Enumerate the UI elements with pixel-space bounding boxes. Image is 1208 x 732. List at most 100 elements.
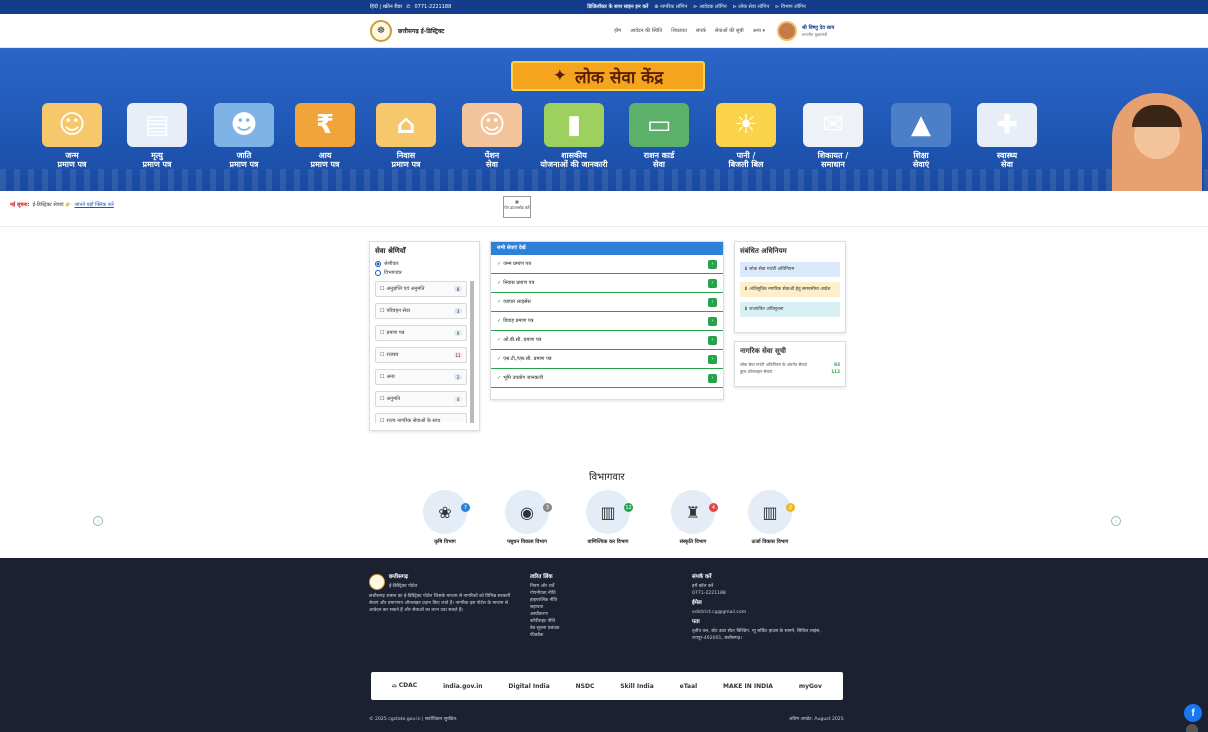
service-tile[interactable]: ₹ आय प्रमाण पत्र xyxy=(286,103,364,169)
apply-arrow-icon[interactable]: › xyxy=(708,354,717,364)
nav-home[interactable]: होम xyxy=(614,28,621,34)
footer-link[interactable]: नियम और शर्तें xyxy=(530,583,650,590)
partner-logo[interactable]: eTaal xyxy=(680,683,698,690)
department-card[interactable]: ❀ 7 कृषि विभाग xyxy=(405,490,485,545)
chat-widget-icon[interactable] xyxy=(1186,724,1198,732)
citizen-login-link[interactable]: ⊕ नागरिक लॉगिन xyxy=(654,4,687,10)
growth-icon: ▮ xyxy=(544,103,604,147)
service-label-line1: जाति xyxy=(236,151,252,160)
checkbox-icon: ☐ xyxy=(380,352,385,358)
cg-emblem-logo[interactable]: ☸ xyxy=(370,19,392,42)
category-item[interactable]: ☐ प्रमाण पत्र 9 xyxy=(375,325,467,341)
main-nav: होम आवेदन की स्थिति शिकायत संपर्क सेवाओं… xyxy=(614,28,765,34)
footer-link[interactable]: गोपनीयता नीति xyxy=(530,590,650,597)
contact-email[interactable]: edistrict.cg@gmail.com xyxy=(692,609,847,616)
category-item[interactable]: ☐ अनुज्ञप्ति एवं अनुमति 8 xyxy=(375,281,467,297)
applicant-login-link[interactable]: ⊳ आवेदक लॉगिन xyxy=(693,4,726,10)
category-label: राज्य नागरिक सेवाओं के साथ xyxy=(386,418,441,423)
act-download-link[interactable]: ⬇ राजपत्रित अधिसूचना xyxy=(740,302,840,317)
act-download-link[interactable]: ⬇ लोक सेवा गारंटी अधिनियम xyxy=(740,262,840,277)
check-icon: ✓ xyxy=(497,356,502,362)
mail-check-icon: ✉ xyxy=(803,103,863,147)
apply-arrow-icon[interactable]: › xyxy=(708,297,717,307)
department-card[interactable]: ◉ 3 पशुधन विकास विभाग xyxy=(487,490,567,545)
nav-more[interactable]: अन्य ▾ xyxy=(753,28,765,34)
nav-complaint[interactable]: शिकायत xyxy=(671,28,687,34)
apply-arrow-icon[interactable]: › xyxy=(708,278,717,288)
nav-service-list[interactable]: सेवाओं की सूची xyxy=(715,28,744,34)
category-list[interactable]: ☐ अनुज्ञप्ति एवं अनुमति 8 ☐ परिवहन सेवा 3 ☐ … xyxy=(375,281,474,423)
nav-contact[interactable]: संपर्क xyxy=(696,28,706,34)
site-title[interactable]: छत्तीसगढ़ ई-डिस्ट्रिक्ट xyxy=(398,27,444,35)
service-label-line1: शासकीय xyxy=(561,151,587,160)
service-tile[interactable]: ☺ जन्म प्रमाण पत्र xyxy=(33,103,111,169)
partner-logo[interactable]: myGov xyxy=(799,683,822,690)
facebook-icon[interactable]: f xyxy=(1184,704,1202,722)
contact-phone[interactable]: 0771-2221188 xyxy=(692,590,847,597)
digilocker-link[interactable]: डिजिलॉकर के साथ साइन इन करें xyxy=(587,4,648,10)
apply-arrow-icon[interactable]: › xyxy=(708,373,717,383)
checkbox-icon: ☐ xyxy=(380,286,385,292)
check-icon: ✓ xyxy=(497,318,502,324)
notice-link[interactable]: जानने यहाँ क्लिक करें xyxy=(74,202,113,208)
apply-arrow-icon[interactable]: › xyxy=(708,259,717,269)
department-card[interactable]: ♜ 4 संस्कृति विभाग xyxy=(653,490,733,545)
lok-seva-login-link[interactable]: ⊳ लोक सेवा लॉगिन xyxy=(733,4,770,10)
footer-link[interactable]: सहायता xyxy=(530,604,650,611)
partner-logo[interactable]: Skill India xyxy=(620,683,653,690)
all-services-header[interactable]: सभी सेवाएं देखें xyxy=(491,242,723,255)
nav-application-status[interactable]: आवेदन की स्थिति xyxy=(630,28,662,34)
partner-logo[interactable]: india.gov.in xyxy=(443,683,482,690)
footer-link[interactable]: कॉपीराइट नीति xyxy=(530,618,650,625)
footer-link[interactable]: वेब सूचना प्रबंधक xyxy=(530,625,650,632)
service-tile[interactable]: ▮ शासकीय योजनाओं की जानकारी xyxy=(535,103,613,169)
service-tile[interactable]: ⌂ निवास प्रमाण पत्र xyxy=(367,103,445,169)
service-tile[interactable]: ✚ स्वास्थ्य सेवा xyxy=(968,103,1046,169)
service-tile[interactable]: ▭ राशन कार्ड सेवा xyxy=(620,103,698,169)
service-tile[interactable]: ✉ शिकायत / समाधान xyxy=(794,103,872,169)
email-label: ईमेल xyxy=(692,600,702,606)
check-icon: ✓ xyxy=(497,280,502,286)
footer-link[interactable]: हाइपरलिंक नीति xyxy=(530,597,650,604)
service-tile[interactable]: ▤ मृत्यु प्रमाण पत्र xyxy=(118,103,196,169)
qr-label: ऐप डाउनलोड करें xyxy=(504,205,530,210)
radio-category-wise[interactable]: श्रेणीवार xyxy=(375,261,474,267)
category-item[interactable]: ☐ अनुमति 4 xyxy=(375,391,467,407)
department-card[interactable]: ▥ 12 वाणिज्यिक कर विभाग xyxy=(568,490,648,545)
carousel-prev-button[interactable]: ‹ xyxy=(93,516,103,526)
contact-call-label: हमें कॉल करें xyxy=(692,584,714,589)
category-item[interactable]: ☐ परिवहन सेवा 3 xyxy=(375,303,467,319)
carousel-next-button[interactable]: › xyxy=(1111,516,1121,526)
service-row[interactable]: ✓ निवास प्रमाण पत्र › xyxy=(491,274,723,293)
footer-link[interactable]: अस्वीकरण xyxy=(530,611,650,618)
category-item[interactable]: ☐ राजस्व 11 xyxy=(375,347,467,363)
app-qr-code[interactable]: ▦ ऐप डाउनलोड करें xyxy=(503,196,531,218)
partner-logo[interactable]: Digital India xyxy=(508,683,549,690)
service-row[interactable]: ✓ जन्म प्रमाण पत्र › xyxy=(491,255,723,274)
radio-department-wise[interactable]: विभागवार xyxy=(375,270,474,276)
partner-logo[interactable]: ⌓ CDAC xyxy=(392,682,417,690)
apply-arrow-icon[interactable]: › xyxy=(708,316,717,326)
apply-arrow-icon[interactable]: › xyxy=(708,335,717,345)
act-download-link[interactable]: ⬇ अधिसूचित नागरिक सेवाओं हेतु समयसीमा आद… xyxy=(740,282,840,297)
service-tile[interactable]: ▲ शिक्षा सेवाएं xyxy=(882,103,960,169)
footer-link[interactable]: फीडबैक xyxy=(530,632,650,639)
service-row[interactable]: ✓ व्यापार लाइसेंस › xyxy=(491,293,723,312)
service-row[interactable]: ✓ ओ.बी.सी. प्रमाण पत्र › xyxy=(491,331,723,350)
service-tile[interactable]: ☺ पेंशन सेवा xyxy=(453,103,531,169)
language-toggle[interactable]: हिंदी | स्क्रीन रीडर xyxy=(370,4,402,10)
service-row[interactable]: ✓ विवाह प्रमाण पत्र › xyxy=(491,312,723,331)
category-item[interactable]: ☐ अन्य 2 xyxy=(375,369,467,385)
department-card[interactable]: ▥ 2 ऊर्जा विकास विभाग xyxy=(730,490,810,545)
partner-logo[interactable]: MAKE IN INDIA xyxy=(723,683,773,690)
service-row[interactable]: ✓ एस.टी./एस.सी. प्रमाण पत्र › xyxy=(491,350,723,369)
partner-logo[interactable]: NSDC xyxy=(576,683,595,690)
radio-dot xyxy=(375,261,381,267)
footer-about: छत्तीसगढ़ ई-डिस्ट्रिक्ट पोर्टल छत्तीसगढ़… xyxy=(369,574,519,614)
service-row[interactable]: ✓ भूमि उपयोग जानकारी › xyxy=(491,369,723,388)
category-item[interactable]: ☐ राज्य नागरिक सेवाओं के साथ xyxy=(375,413,467,423)
section-divider xyxy=(0,226,1208,227)
service-tile[interactable]: ☻ जाति प्रमाण पत्र xyxy=(205,103,283,169)
service-tile[interactable]: ☀ पानी / बिजली बिल xyxy=(707,103,785,169)
department-login-link[interactable]: ⊳ विभाग लॉगिन xyxy=(775,4,806,10)
